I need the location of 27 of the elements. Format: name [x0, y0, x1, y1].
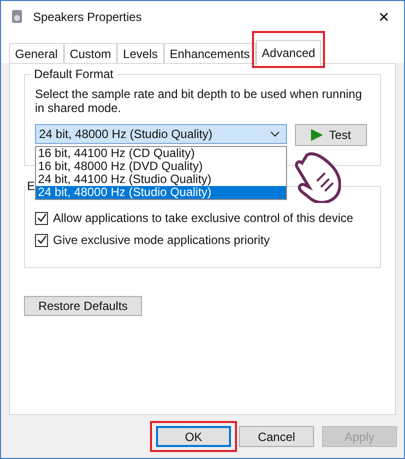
- test-button[interactable]: Test: [295, 124, 367, 146]
- tab[interactable]: General: [9, 43, 64, 63]
- dropdown-option[interactable]: 16 bit, 48000 Hz (DVD Quality): [36, 160, 286, 173]
- group-title: E: [26, 179, 36, 193]
- checkbox[interactable]: [35, 234, 48, 246]
- play-icon: [310, 129, 323, 141]
- tab[interactable]: Levels: [117, 43, 164, 63]
- dropdown-option[interactable]: 24 bit, 44100 Hz (Studio Quality): [36, 173, 286, 186]
- window-title: Speakers Properties: [33, 10, 143, 24]
- close-button[interactable]: ✕: [372, 8, 396, 24]
- tab[interactable]: Advanced: [256, 40, 322, 65]
- description-text: Select the sample rate and bit depth to be used when running in shared mode.: [35, 87, 363, 115]
- checkbox-label: Give exclusive mode applications priority: [53, 233, 270, 247]
- tab[interactable]: Enhancements: [164, 43, 256, 63]
- speaker-icon: [9, 8, 25, 25]
- format-dropdown[interactable]: 24 bit, 48000 Hz (Studio Quality): [35, 124, 287, 144]
- dialog-button[interactable]: OK: [156, 426, 231, 447]
- caret-icon: [270, 131, 280, 137]
- tab[interactable]: Custom: [64, 43, 118, 63]
- restore-defaults-button[interactable]: Restore Defaults: [24, 296, 142, 316]
- dropdown-option[interactable]: 16 bit, 44100 Hz (CD Quality): [36, 147, 286, 160]
- checkbox[interactable]: [35, 212, 48, 224]
- dropdown-option[interactable]: 24 bit, 48000 Hz (Studio Quality): [36, 186, 286, 199]
- checkbox-label: Allow applications to take exclusive control of this device: [53, 211, 354, 225]
- hand-cursor-icon: [293, 151, 341, 203]
- group-title: Default Format: [31, 67, 116, 81]
- dialog-button[interactable]: Cancel: [239, 426, 314, 447]
